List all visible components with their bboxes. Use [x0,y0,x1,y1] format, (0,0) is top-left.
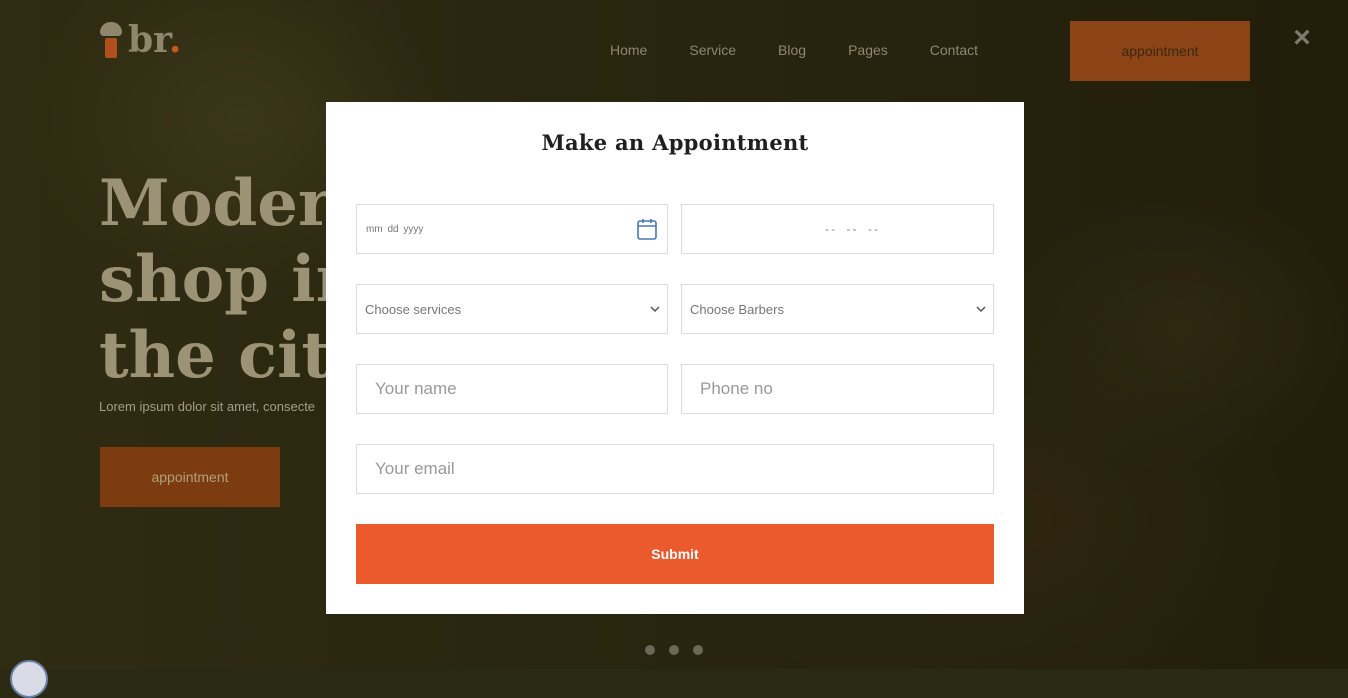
shaving-brush-icon [100,20,122,60]
submit-button[interactable]: Submit [356,524,994,584]
slider-dot-2[interactable] [669,645,679,655]
date-placeholder: mm dd yyyy [366,223,424,235]
nav-home[interactable]: Home [610,42,647,58]
hero-subtitle: Lorem ipsum dolor sit amet, consecte [99,399,316,414]
name-input[interactable]: Your name [356,364,668,414]
date-input[interactable]: mm dd yyyy [356,204,668,254]
nav-blog[interactable]: Blog [778,42,806,58]
modal-title: Make an Appointment [541,130,809,155]
chat-widget-icon[interactable] [10,660,48,698]
nav-pages[interactable]: Pages [848,42,888,58]
nav-service[interactable]: Service [689,42,736,58]
phone-placeholder: Phone no [700,379,773,398]
appointment-modal: Make an Appointment mm dd yyyy -- -- -- … [326,102,1024,614]
services-select[interactable]: Choose services [356,284,668,334]
time-placeholder: -- -- -- [825,222,880,236]
calendar-icon[interactable] [637,218,657,240]
logo-dot: . [168,19,182,61]
chevron-down-icon [976,306,986,313]
barbers-select-value: Choose Barbers [690,301,784,317]
email-input[interactable]: Your email [356,444,994,494]
header-appointment-button[interactable]: appointment [1070,21,1250,81]
phone-input[interactable]: Phone no [681,364,994,414]
services-select-value: Choose services [365,301,462,317]
time-input[interactable]: -- -- -- [681,204,994,254]
hero-appointment-button[interactable]: appointment [100,447,280,507]
close-icon[interactable]: × [1289,23,1315,53]
chevron-down-icon [650,306,660,313]
email-placeholder: Your email [375,459,455,478]
slider-dot-1[interactable] [645,645,655,655]
main-navigation: Home Service Blog Pages Contact [610,42,978,58]
site-logo[interactable]: br. [100,20,181,60]
logo-text: br [128,19,169,61]
name-placeholder: Your name [375,379,457,398]
slider-dot-3[interactable] [693,645,703,655]
nav-contact[interactable]: Contact [930,42,978,58]
barbers-select[interactable]: Choose Barbers [681,284,994,334]
slider-dots [645,645,717,655]
